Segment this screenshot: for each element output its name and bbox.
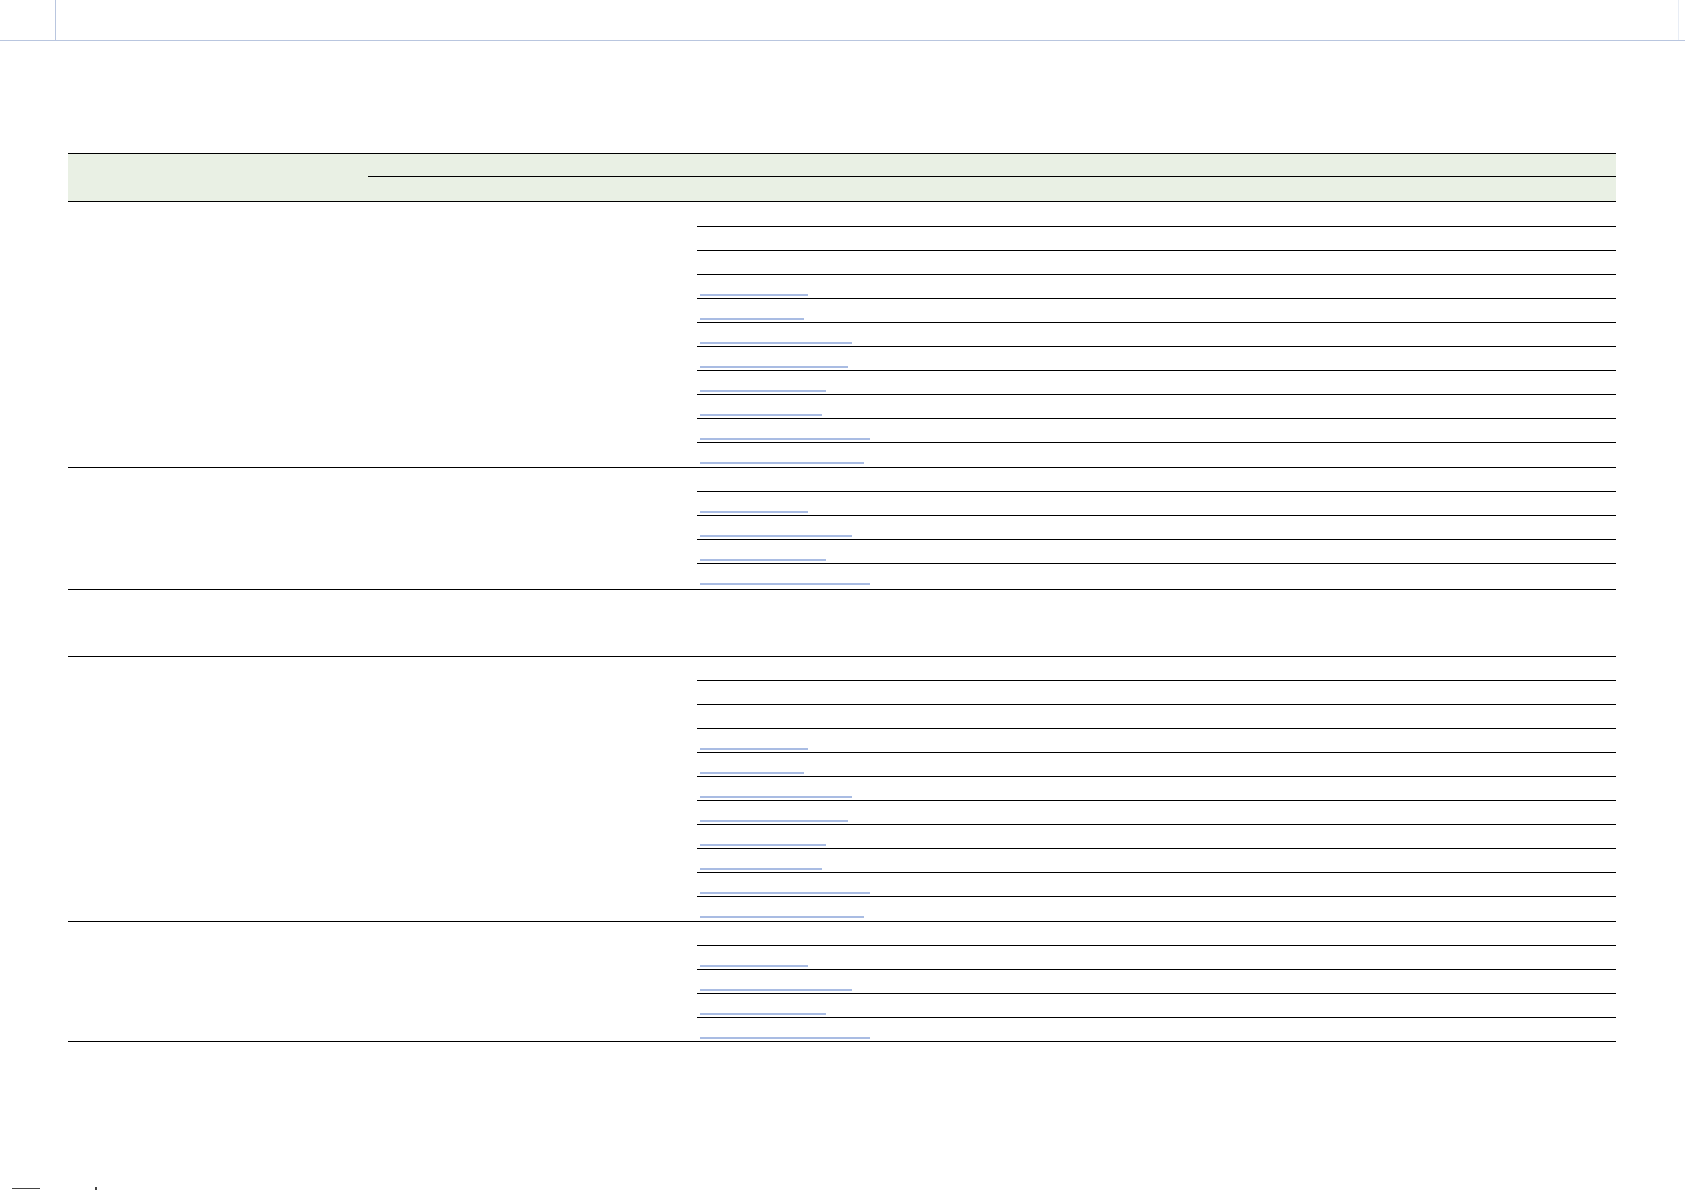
- table-cell-link[interactable]: [700, 535, 852, 537]
- table-cell-link[interactable]: [700, 462, 864, 464]
- table-cell-link[interactable]: [700, 820, 848, 822]
- table-section-divider: [68, 467, 1616, 468]
- table-cell-link[interactable]: [700, 294, 808, 296]
- table-row-divider: [697, 969, 1616, 970]
- table-cell-link[interactable]: [700, 366, 848, 368]
- table-section-divider: [68, 656, 1616, 657]
- table-row-divider: [697, 322, 1616, 323]
- page-top-rule: [0, 40, 1685, 41]
- table-row-divider: [697, 776, 1616, 777]
- table-row-divider: [697, 824, 1616, 825]
- table-cell-link[interactable]: [700, 414, 822, 416]
- table-cell-link[interactable]: [700, 438, 870, 440]
- table-row-divider: [697, 848, 1616, 849]
- table-cell-link[interactable]: [700, 772, 804, 774]
- table-row-divider: [697, 752, 1616, 753]
- table-row-divider: [697, 872, 1616, 873]
- table-cell-link[interactable]: [700, 748, 808, 750]
- table-row-divider: [697, 704, 1616, 705]
- table-row-divider: [697, 442, 1616, 443]
- table-row-divider: [697, 418, 1616, 419]
- table-section-divider: [68, 921, 1616, 922]
- table-section-divider: [68, 589, 1616, 590]
- table-cell-link[interactable]: [700, 1037, 870, 1039]
- table-cell-link[interactable]: [700, 868, 822, 870]
- table-header-sub-rule: [368, 176, 1616, 177]
- footer-dot: [95, 1187, 97, 1190]
- table-cell-link[interactable]: [700, 318, 804, 320]
- table-row-divider: [697, 394, 1616, 395]
- table-cell-link[interactable]: [700, 342, 852, 344]
- table-cell-link[interactable]: [700, 892, 870, 894]
- table-row-divider: [697, 346, 1616, 347]
- table-section-divider: [68, 1041, 1616, 1042]
- footer-mark: [12, 1188, 40, 1189]
- table-row-divider: [697, 896, 1616, 897]
- table-row-divider: [697, 680, 1616, 681]
- table-cell-link[interactable]: [700, 844, 826, 846]
- table-row-divider: [697, 370, 1616, 371]
- table-cell-link[interactable]: [700, 583, 870, 585]
- table-cell-link[interactable]: [700, 511, 808, 513]
- table-row-divider: [697, 563, 1616, 564]
- table-row-divider: [697, 945, 1616, 946]
- table-cell-link[interactable]: [700, 965, 808, 967]
- table-row-divider: [697, 993, 1616, 994]
- page-top-tick: [55, 0, 56, 40]
- table-cell-link[interactable]: [700, 559, 826, 561]
- table-row-divider: [697, 250, 1616, 251]
- table-row-divider: [697, 1017, 1616, 1018]
- table-cell-link[interactable]: [700, 989, 852, 991]
- table-header: [68, 153, 1616, 202]
- table-row-divider: [697, 226, 1616, 227]
- table-cell-link[interactable]: [700, 916, 864, 918]
- table-row-divider: [697, 274, 1616, 275]
- table-cell-link[interactable]: [700, 796, 852, 798]
- table-row-divider: [697, 298, 1616, 299]
- table-row-divider: [697, 728, 1616, 729]
- table-cell-link[interactable]: [700, 1013, 826, 1015]
- table-row-divider: [697, 800, 1616, 801]
- table-row-divider: [697, 515, 1616, 516]
- table-cell-link[interactable]: [700, 390, 826, 392]
- page-edge-marker: [1678, 0, 1679, 40]
- table-row-divider: [697, 539, 1616, 540]
- table-row-divider: [697, 491, 1616, 492]
